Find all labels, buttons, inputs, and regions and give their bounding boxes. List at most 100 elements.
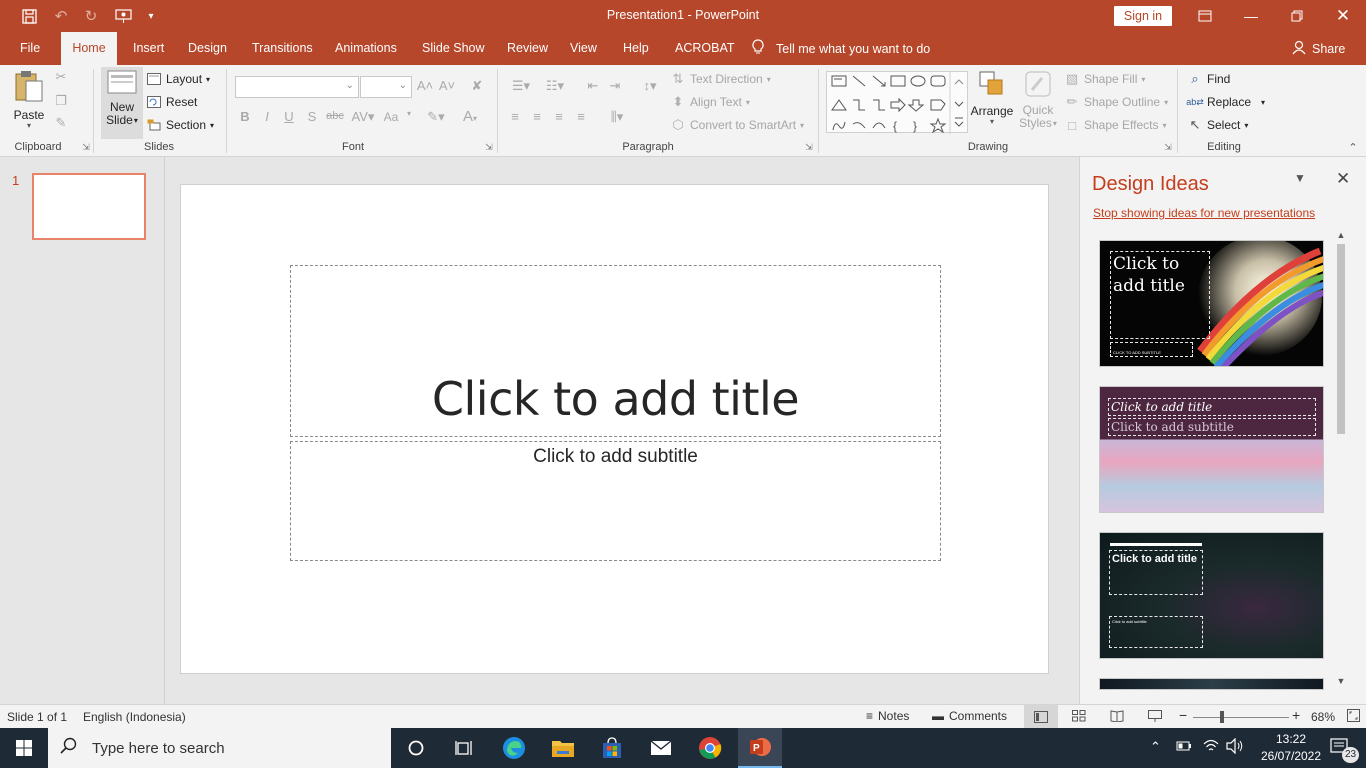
shape-outline-button[interactable]: ✏ Shape Outline ▾ xyxy=(1064,94,1169,110)
italic-button[interactable]: I xyxy=(258,109,276,124)
taskbar-search[interactable]: Type here to search xyxy=(48,728,391,768)
columns-icon[interactable]: ⫼▾ xyxy=(602,109,632,125)
reset-button[interactable]: Reset xyxy=(146,94,197,110)
tab-view[interactable]: View xyxy=(560,32,607,65)
section-button[interactable]: Section ▾ xyxy=(146,117,214,133)
design-idea-1[interactable]: Click to add title CLICK TO ADD SUBTITLE xyxy=(1099,240,1324,367)
character-spacing-icon[interactable]: AV▾ xyxy=(348,109,378,125)
arrange-button[interactable]: Arrange ▾ xyxy=(970,69,1014,126)
bullets-icon[interactable]: ☰▾ xyxy=(506,78,536,94)
increase-font-size-icon[interactable]: A˄ xyxy=(416,78,434,93)
text-shadow-button[interactable]: S xyxy=(303,109,321,124)
increase-indent-icon[interactable]: ⇥ xyxy=(606,78,624,94)
select-button[interactable]: ↖ Select ▾ xyxy=(1187,117,1249,133)
numbering-icon[interactable]: ☷▾ xyxy=(540,78,570,94)
tab-insert[interactable]: Insert xyxy=(123,32,174,65)
drawing-launcher-icon[interactable]: ⇲ xyxy=(1159,142,1177,153)
edge-icon[interactable] xyxy=(494,732,534,764)
cortana-icon[interactable] xyxy=(396,732,436,764)
change-case-button[interactable]: Aa xyxy=(380,110,402,124)
powerpoint-taskbar-icon[interactable]: P xyxy=(738,728,782,768)
close-icon[interactable]: ✕ xyxy=(1320,0,1366,32)
justify-icon[interactable]: ≡ xyxy=(572,109,590,124)
tab-acrobat[interactable]: ACROBAT xyxy=(665,32,745,65)
paragraph-launcher-icon[interactable]: ⇲ xyxy=(800,142,818,153)
chevron-up-icon[interactable]: ⌃ xyxy=(1150,739,1161,755)
scroll-up-icon[interactable]: ▲ xyxy=(1335,230,1347,240)
zoom-out-icon[interactable]: − xyxy=(1179,707,1187,723)
language-indicator[interactable]: English (Indonesia) xyxy=(83,710,186,724)
pane-options-icon[interactable]: ▼ xyxy=(1294,171,1306,185)
slide-show-icon[interactable] xyxy=(1148,710,1162,725)
chrome-icon[interactable] xyxy=(690,732,730,764)
ribbon-display-options-icon[interactable] xyxy=(1182,0,1228,32)
tab-file[interactable]: File xyxy=(10,32,50,65)
file-explorer-icon[interactable] xyxy=(543,732,583,764)
sign-in-button[interactable]: Sign in xyxy=(1114,6,1172,26)
tab-transitions[interactable]: Transitions xyxy=(242,32,323,65)
restore-icon[interactable] xyxy=(1274,0,1320,32)
zoom-slider-thumb[interactable] xyxy=(1220,711,1224,723)
battery-icon[interactable] xyxy=(1176,740,1192,755)
microsoft-store-icon[interactable] xyxy=(592,732,632,764)
close-icon[interactable]: ✕ xyxy=(1336,169,1350,189)
shape-fill-button[interactable]: ▧ Shape Fill ▾ xyxy=(1064,71,1146,87)
slide[interactable]: Click to add title Click to add subtitle xyxy=(180,184,1049,674)
clock-date[interactable]: 26/07/2022 xyxy=(1256,749,1326,763)
align-text-button[interactable]: ⬍ Align Text ▾ xyxy=(670,94,750,110)
align-right-icon[interactable]: ≡ xyxy=(550,109,568,124)
tab-home[interactable]: Home xyxy=(61,32,117,65)
zoom-level[interactable]: 68% xyxy=(1311,710,1335,724)
design-idea-4[interactable] xyxy=(1099,678,1324,690)
tab-slide-show[interactable]: Slide Show xyxy=(412,32,495,65)
align-center-icon[interactable]: ≡ xyxy=(528,109,546,124)
chevron-down-icon[interactable]: ▾ xyxy=(400,109,418,118)
tell-me-search[interactable]: Tell me what you want to do xyxy=(752,32,930,65)
wifi-icon[interactable] xyxy=(1202,738,1220,757)
font-color-icon[interactable]: A▾ xyxy=(456,108,484,125)
zoom-slider-track[interactable] xyxy=(1193,717,1289,718)
find-button[interactable]: ⌕ Find xyxy=(1187,71,1230,87)
comments-button[interactable]: ▬ Comments xyxy=(932,709,1007,723)
scrollbar-thumb[interactable] xyxy=(1337,244,1345,434)
design-idea-2[interactable]: Click to add title Click to add subtitle xyxy=(1099,386,1324,513)
shapes-gallery[interactable]: { } xyxy=(826,71,968,134)
font-size-combo[interactable]: ⌄ xyxy=(360,76,412,98)
share-button[interactable]: Share xyxy=(1292,32,1345,65)
convert-smartart-button[interactable]: ⬡ Convert to SmartArt ▾ xyxy=(670,117,804,133)
normal-view-icon[interactable] xyxy=(1024,705,1058,728)
volume-icon[interactable] xyxy=(1226,737,1244,757)
underline-button[interactable]: U xyxy=(280,109,298,124)
font-launcher-icon[interactable]: ⇲ xyxy=(480,142,498,153)
line-spacing-icon[interactable]: ↕▾ xyxy=(636,78,664,94)
layout-button[interactable]: Layout ▾ xyxy=(146,71,210,87)
highlight-icon[interactable]: ✎▾ xyxy=(422,109,450,125)
copy-icon[interactable]: ❐ xyxy=(52,93,70,109)
clock-time[interactable]: 13:22 xyxy=(1256,732,1326,746)
tab-animations[interactable]: Animations xyxy=(325,32,407,65)
new-slide-button[interactable]: New Slide ▾ xyxy=(101,67,143,139)
tab-design[interactable]: Design xyxy=(178,32,237,65)
shape-effects-button[interactable]: □ Shape Effects ▾ xyxy=(1064,117,1166,133)
fit-to-window-icon[interactable] xyxy=(1347,709,1360,725)
mail-icon[interactable] xyxy=(641,732,681,764)
zoom-in-icon[interactable]: + xyxy=(1292,707,1300,723)
tab-review[interactable]: Review xyxy=(497,32,558,65)
minimize-icon[interactable]: — xyxy=(1228,0,1274,32)
scroll-down-icon[interactable]: ▼ xyxy=(1335,676,1347,686)
align-left-icon[interactable]: ≡ xyxy=(506,109,524,124)
design-idea-3[interactable]: Click to add title Click to add subtitle xyxy=(1099,532,1324,659)
text-direction-button[interactable]: ⇅ Text Direction ▾ xyxy=(670,71,771,87)
start-from-beginning-icon[interactable] xyxy=(108,0,138,32)
paste-button[interactable]: Paste ▾ xyxy=(10,69,48,130)
format-painter-icon[interactable]: ✎ xyxy=(52,115,70,131)
undo-icon[interactable]: ↶ xyxy=(46,0,76,32)
decrease-indent-icon[interactable]: ⇤ xyxy=(584,78,602,94)
design-ideas-scrollbar[interactable]: ▲ ▼ xyxy=(1333,228,1349,690)
strikethrough-button[interactable]: abc xyxy=(324,110,346,122)
stop-showing-ideas-link[interactable]: Stop showing ideas for new presentations xyxy=(1093,206,1315,220)
cut-icon[interactable]: ✂ xyxy=(52,69,70,85)
quick-styles-button[interactable]: Quick Styles ▾ xyxy=(1016,69,1060,130)
reading-view-icon[interactable] xyxy=(1110,710,1124,725)
windows-start-icon[interactable] xyxy=(4,732,44,764)
